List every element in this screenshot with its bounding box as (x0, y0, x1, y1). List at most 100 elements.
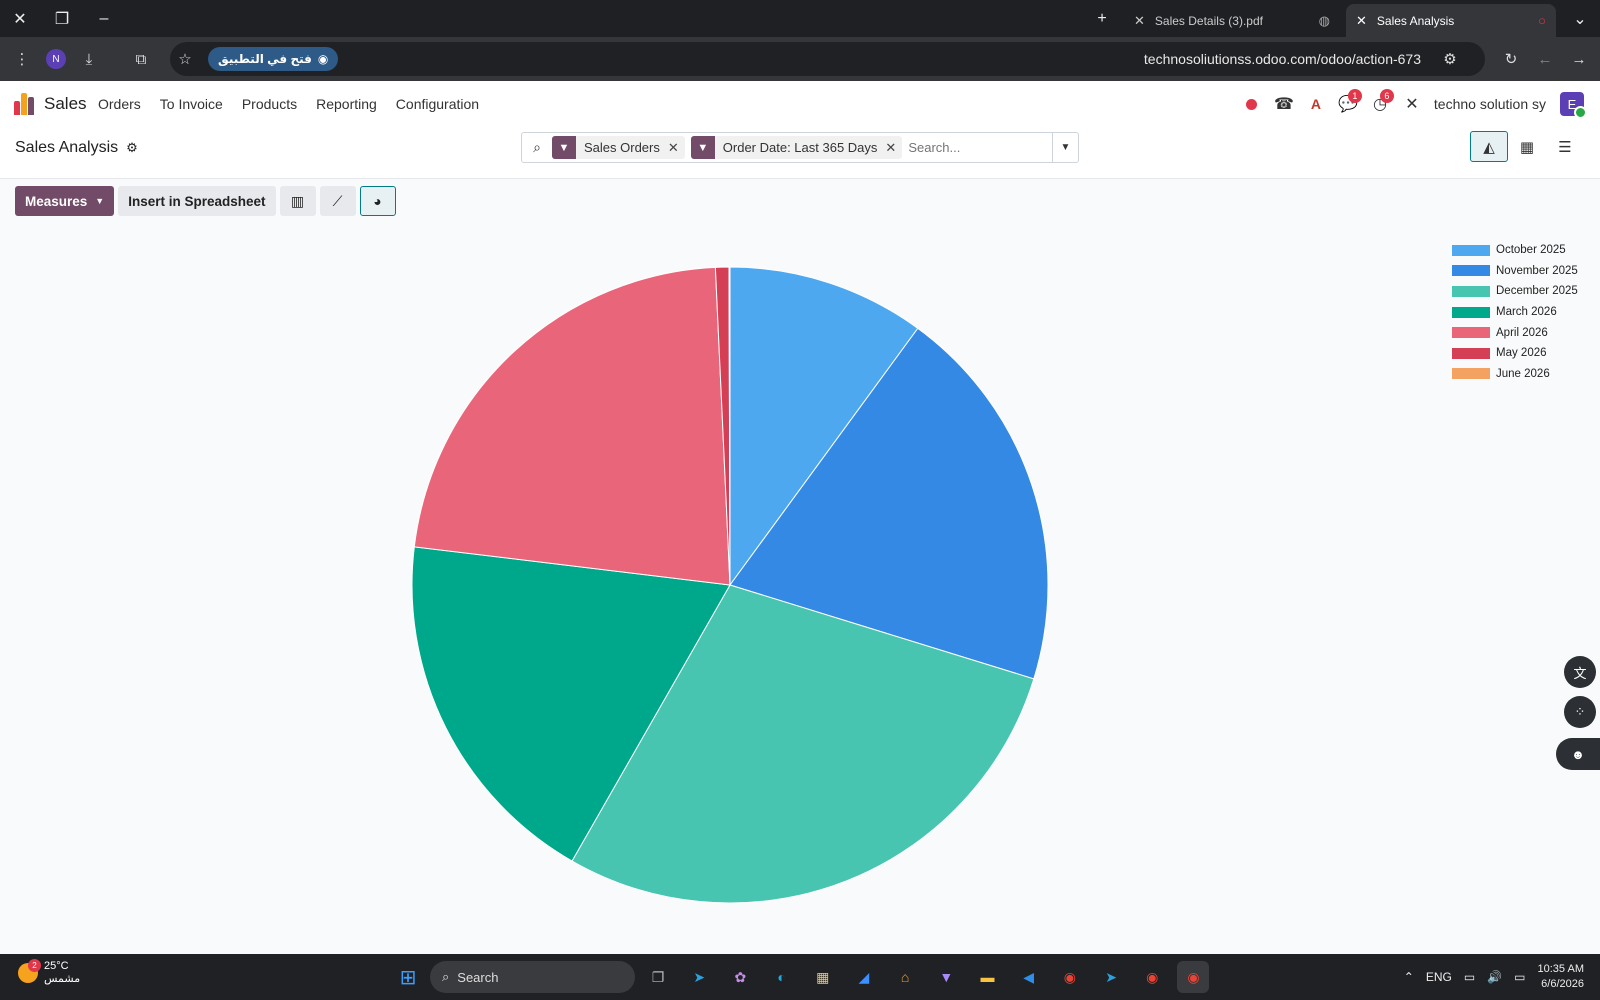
vpn-icon[interactable]: ▼ (930, 961, 962, 993)
tab-title: Sales Analysis (1376, 13, 1455, 28)
menu-orders[interactable]: Orders (98, 96, 141, 112)
tab-close-icon[interactable]: ✕ (1356, 13, 1367, 29)
graph-view-icon[interactable]: ◭ (1470, 131, 1508, 162)
remove-facet-icon[interactable]: ✕ (885, 140, 902, 156)
search-input[interactable] (908, 140, 1069, 155)
tab-sales-details-pdf[interactable]: ✕ Sales Details (3).pdf ◍ (1124, 4, 1340, 37)
menu-configuration[interactable]: Configuration (396, 96, 479, 112)
filter-facet-sales-orders: ▼ Sales Orders ✕ (552, 136, 685, 159)
star-icon[interactable]: ☆ (170, 37, 200, 81)
volume-icon[interactable]: 🔊 (1487, 970, 1502, 984)
legend-swatch (1452, 306, 1490, 318)
battery-icon[interactable]: ▭ (1514, 970, 1525, 984)
legend-label: March 2026 (1496, 306, 1557, 319)
sales-app-logo-icon[interactable] (14, 93, 34, 115)
menu-products[interactable]: Products (242, 96, 297, 112)
minimize-window-icon[interactable]: – (84, 0, 124, 37)
bar-chart-icon[interactable]: ▥ (279, 186, 316, 216)
page-title: Sales Analysis (15, 139, 119, 156)
line-chart-icon[interactable]: ⟋ (319, 186, 356, 216)
tab-sales-analysis[interactable]: ✕ Sales Analysis ○ (1346, 4, 1556, 37)
phone-icon[interactable]: ☎ (1268, 81, 1300, 127)
forward-icon[interactable]: → (1564, 37, 1594, 81)
record-icon[interactable] (1236, 81, 1268, 127)
close-window-icon[interactable]: ✕ (0, 0, 40, 37)
reload-icon[interactable]: ↻ (1496, 37, 1526, 81)
site-settings-icon[interactable]: ⚙ (1435, 37, 1465, 81)
measures-button[interactable]: Measures ▼ (15, 186, 115, 216)
weather-widget[interactable]: 2 25°C مشمس (18, 958, 80, 985)
chrome-icon[interactable]: ◉ (1054, 961, 1086, 993)
download-icon[interactable]: ⤓ (74, 37, 104, 81)
back-icon[interactable]: ← (1530, 37, 1560, 81)
chevron-up-icon[interactable]: ⌃ (1404, 970, 1414, 984)
windows-start-icon[interactable]: ⊞ (392, 961, 424, 993)
app-a-icon[interactable]: ◢ (848, 961, 880, 993)
search-options-caret-icon[interactable]: ▼ (1052, 133, 1078, 162)
legend-item[interactable]: October 2025 (1452, 240, 1578, 261)
network-icon[interactable]: ▭ (1464, 970, 1475, 984)
pie-slice-april-2026[interactable] (413, 266, 731, 586)
legend-label: April 2026 (1496, 326, 1548, 339)
activities-clock-icon[interactable]: ◷ 6 (1364, 81, 1396, 127)
store-icon[interactable]: ▦ (807, 961, 839, 993)
apps-grid-icon[interactable]: ⁘ (1564, 696, 1596, 728)
open-in-app-button[interactable]: فتح في التطبيق ◉ (208, 47, 339, 71)
app-shop-icon[interactable]: ⌂ (889, 961, 921, 993)
new-tab-icon[interactable]: + (1084, 0, 1120, 37)
systray: ☎ A 💬 1 ◷ 6 ✕ techno solution sy E (1236, 81, 1600, 127)
menu-reporting[interactable]: Reporting (316, 96, 377, 112)
assistant-bot-icon[interactable]: ☻ (1556, 738, 1600, 770)
vscode-icon[interactable]: ◀ (1013, 961, 1045, 993)
tab-title: Sales Details (3).pdf (1154, 13, 1263, 28)
system-tray: ⌃ ENG ▭ 🔊 ▭ 10:35 AM 6/6/2026 (1404, 954, 1584, 1000)
control-panel: Sales Analysis ⚙ ⌕ ▼ Sales Orders ✕ ▼ Or… (0, 127, 1600, 179)
translate-icon[interactable]: 文 (1564, 656, 1596, 688)
legend-swatch (1452, 368, 1490, 380)
clock[interactable]: 10:35 AM 6/6/2026 (1538, 962, 1584, 992)
legend-item[interactable]: April 2026 (1452, 322, 1578, 343)
task-view-icon[interactable]: ❐ (642, 961, 674, 993)
browser-menu-icon[interactable]: ⋮ (7, 37, 37, 81)
url-text[interactable]: technosoliutionss.odoo.com/odoo/action-6… (1144, 42, 1421, 76)
company-switcher[interactable]: techno solution sy (1434, 96, 1546, 112)
legend-item[interactable]: June 2026 (1452, 364, 1578, 385)
legend-item[interactable]: November 2025 (1452, 261, 1578, 282)
chrome-active-icon[interactable]: ◉ (1177, 961, 1210, 993)
menu-to-invoice[interactable]: To Invoice (160, 96, 223, 112)
odoo-navbar: Sales Orders To Invoice Products Reporti… (0, 81, 1600, 127)
file-explorer-icon[interactable]: ▬ (972, 961, 1004, 993)
taskbar-search[interactable]: ⌕ Search (430, 961, 635, 993)
search-icon[interactable]: ⌕ (522, 139, 552, 156)
clock-date: 6/6/2026 (1541, 978, 1584, 990)
edge-icon[interactable]: ◐ (766, 961, 798, 993)
insert-in-spreadsheet-button[interactable]: Insert in Spreadsheet (118, 186, 276, 216)
gear-icon[interactable]: ⚙ (126, 140, 138, 156)
legend-label: June 2026 (1496, 367, 1550, 380)
tab-list-chevron-icon[interactable]: ⌄ (1560, 0, 1600, 37)
restore-window-icon[interactable]: ❐ (42, 0, 82, 37)
telegram-icon[interactable]: ➤ (1095, 961, 1127, 993)
extensions-icon[interactable]: ⧉ (126, 37, 156, 81)
app-name[interactable]: Sales (44, 94, 87, 114)
ai-icon[interactable]: A (1300, 81, 1332, 127)
tools-icon[interactable]: ✕ (1396, 81, 1428, 127)
remove-facet-icon[interactable]: ✕ (668, 140, 685, 156)
legend-item[interactable]: December 2025 (1452, 281, 1578, 302)
messages-icon[interactable]: 💬 1 (1332, 81, 1364, 127)
copilot-icon[interactable]: ✿ (724, 961, 756, 993)
tab-close-icon[interactable]: ✕ (1134, 13, 1145, 29)
omnibox[interactable]: ☆ فتح في التطبيق ◉ technosoliutionss.odo… (170, 42, 1485, 76)
chrome-icon[interactable]: ◉ (1136, 961, 1168, 993)
user-avatar[interactable]: E (1560, 92, 1587, 119)
list-view-icon[interactable]: ☰ (1546, 131, 1584, 162)
activities-badge: 6 (1379, 89, 1394, 103)
legend-item[interactable]: May 2026 (1452, 343, 1578, 364)
search-icon: ⌕ (442, 969, 450, 984)
legend-item[interactable]: March 2026 (1452, 302, 1578, 323)
telegram-icon[interactable]: ➤ (683, 961, 715, 993)
profile-avatar[interactable]: N (46, 49, 66, 69)
pivot-view-icon[interactable]: ▦ (1508, 131, 1546, 162)
pie-chart-icon[interactable]: ◕ (359, 186, 396, 216)
language-indicator[interactable]: ENG (1426, 970, 1452, 984)
